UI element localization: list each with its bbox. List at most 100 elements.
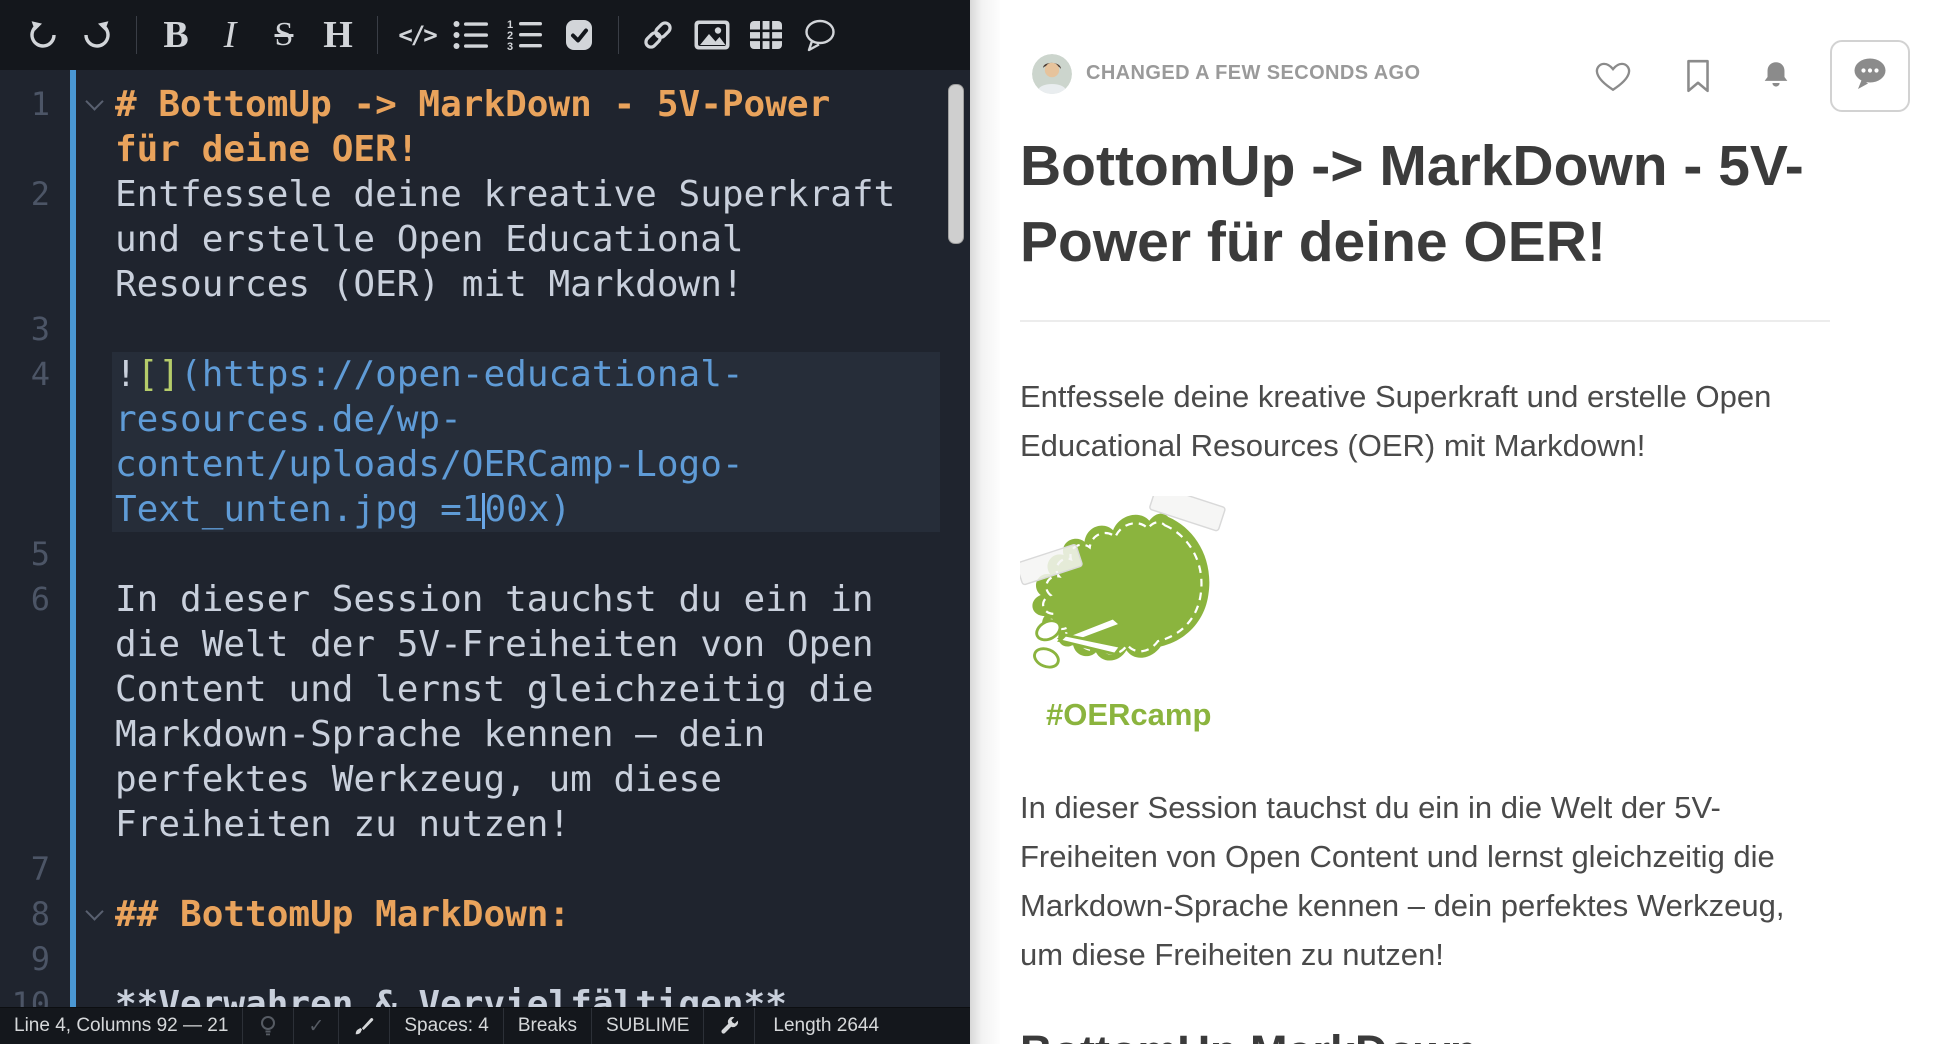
code-line: content/uploads/OERCamp-Logo- <box>115 442 744 487</box>
task-list-icon <box>564 18 594 52</box>
code-line: # BottomUp -> MarkDown - 5V-Power <box>115 82 830 127</box>
heading-button[interactable]: H <box>311 8 365 62</box>
editor-row[interactable]: und erstelle Open Educational <box>0 217 970 262</box>
editor-row[interactable]: perfektes Werkzeug, um diese <box>0 757 970 802</box>
toolbar-separator <box>377 16 378 54</box>
code-line: resources.de/wp- <box>115 397 462 442</box>
editor-row[interactable]: die Welt der 5V-Freiheiten von Open <box>0 622 970 667</box>
redo-button[interactable] <box>70 8 124 62</box>
editor-scrollbar[interactable] <box>948 84 964 244</box>
editor-row[interactable]: 7 <box>0 847 970 892</box>
editor-row[interactable]: 3 <box>0 307 970 352</box>
check-icon[interactable]: ✓ <box>294 1008 339 1044</box>
wrench-icon[interactable] <box>704 1008 755 1044</box>
editor-row[interactable]: 6In dieser Session tauchst du ein in <box>0 577 970 622</box>
italic-button[interactable]: I <box>203 8 257 62</box>
keymap-setting[interactable]: SUBLIME <box>592 1008 704 1044</box>
code-line: Entfessele deine kreative Superkraft <box>115 172 895 217</box>
user-avatar[interactable] <box>1032 54 1072 94</box>
bold-button[interactable]: B <box>149 8 203 62</box>
linebreak-setting[interactable]: Breaks <box>504 1008 592 1044</box>
line-number: 10 <box>0 982 50 1008</box>
heading-icon: H <box>323 16 353 54</box>
line-number: 7 <box>0 847 50 892</box>
editor-row[interactable]: Markdown-Sprache kennen – dein <box>0 712 970 757</box>
editor-row[interactable]: 8 ## BottomUp MarkDown: <box>0 892 970 937</box>
image-button[interactable] <box>685 8 739 62</box>
code-line: perfektes Werkzeug, um diese <box>115 757 722 802</box>
line-number: 2 <box>0 172 50 217</box>
undo-button[interactable] <box>16 8 70 62</box>
bullet-list-icon <box>453 20 489 50</box>
strikethrough-icon: S <box>275 18 294 52</box>
pane-divider[interactable] <box>970 0 1000 1044</box>
line-number: 8 <box>0 892 50 937</box>
svg-text:3: 3 <box>507 41 513 51</box>
code-line: In dieser Session tauchst du ein in <box>115 577 874 622</box>
line-number: 5 <box>0 532 50 577</box>
code-line: die Welt der 5V-Freiheiten von Open <box>115 622 874 667</box>
ordered-list-icon: 123 <box>507 19 543 51</box>
editor-toolbar: B I S H </> 123 <box>0 0 970 70</box>
lightbulb-icon[interactable] <box>243 1008 294 1044</box>
editor-row[interactable]: Text_unten.jpg =100x) <box>0 487 970 532</box>
editor-row[interactable]: resources.de/wp- <box>0 397 970 442</box>
preview-actions <box>1594 40 1910 112</box>
heart-icon[interactable] <box>1594 59 1632 93</box>
editor-row[interactable]: 2 Entfessele deine kreative Superkraft <box>0 172 970 217</box>
editor-row[interactable]: 4![](https://open-educational- <box>0 352 970 397</box>
editor-row[interactable]: Freiheiten zu nutzen! <box>0 802 970 847</box>
article-subheading: BottomUp MarkDown: <box>1020 1025 1830 1044</box>
table-button[interactable] <box>739 8 793 62</box>
bullet-list-button[interactable] <box>444 8 498 62</box>
code-editor[interactable]: 1 # BottomUp -> MarkDown - 5V-Powerfür de… <box>0 70 970 1008</box>
preview-pane: CHANGED A FEW SECONDS AGO Bot <box>1000 0 1938 1044</box>
line-number: 4 <box>0 352 50 397</box>
editor-row[interactable]: 9 <box>0 937 970 982</box>
comment-button[interactable] <box>793 8 847 62</box>
bell-icon[interactable] <box>1758 58 1794 94</box>
code-line: für deine OER! <box>115 127 418 172</box>
indent-setting[interactable]: Spaces: 4 <box>390 1008 504 1044</box>
link-button[interactable] <box>631 8 685 62</box>
image-icon <box>694 20 730 50</box>
open-comments-button[interactable] <box>1830 40 1910 112</box>
code-button[interactable]: </> <box>390 8 444 62</box>
strikethrough-button[interactable]: S <box>257 8 311 62</box>
bookmark-icon[interactable] <box>1684 58 1712 94</box>
editor-row[interactable]: content/uploads/OERCamp-Logo- <box>0 442 970 487</box>
toolbar-separator <box>618 16 619 54</box>
editor-row[interactable]: Resources (OER) mit Markdown! <box>0 262 970 307</box>
table-icon <box>749 20 783 50</box>
code-line: Text_unten.jpg =100x) <box>115 487 571 532</box>
toolbar-separator <box>136 16 137 54</box>
ordered-list-button[interactable]: 123 <box>498 8 552 62</box>
editor-row[interactable]: 10 **Verwahren & Vervielfältigen** <box>0 982 970 1008</box>
preview-header: CHANGED A FEW SECONDS AGO <box>1020 40 1910 112</box>
oercamp-logo-image: #OERcamp <box>1020 496 1260 733</box>
editor-row[interactable]: Content und lernst gleichzeitig die <box>0 667 970 712</box>
editor-row[interactable]: 1 # BottomUp -> MarkDown - 5V-Power <box>0 82 970 127</box>
fold-chevron-icon[interactable] <box>85 902 103 920</box>
line-number: 1 <box>0 82 50 127</box>
code-line: Resources (OER) mit Markdown! <box>115 262 744 307</box>
line-number: 9 <box>0 937 50 982</box>
code-line: ## BottomUp MarkDown: <box>115 892 570 937</box>
italic-icon: I <box>224 16 237 54</box>
fold-chevron-icon[interactable] <box>85 92 103 110</box>
code-line: Freiheiten zu nutzen! <box>115 802 570 847</box>
editor-row[interactable]: für deine OER! <box>0 127 970 172</box>
editor-row[interactable]: 5 <box>0 532 970 577</box>
title-divider <box>1020 320 1830 322</box>
comment-bubble-icon <box>1849 56 1891 97</box>
comment-icon <box>802 18 838 52</box>
article-paragraph-1: Entfessele deine kreative Superkraft und… <box>1020 372 1830 470</box>
cursor-position[interactable]: Line 4, Columns 92 — 21 <box>0 1008 243 1044</box>
task-list-button[interactable] <box>552 8 606 62</box>
redo-icon <box>81 19 113 51</box>
rendered-article: BottomUp -> MarkDown - 5V-Power für dein… <box>1020 128 1830 1044</box>
brush-icon[interactable] <box>339 1008 390 1044</box>
code-line: und erstelle Open Educational <box>115 217 744 262</box>
code-line: **Verwahren & Vervielfältigen** <box>115 982 787 1008</box>
flame-logo <box>1020 496 1250 696</box>
